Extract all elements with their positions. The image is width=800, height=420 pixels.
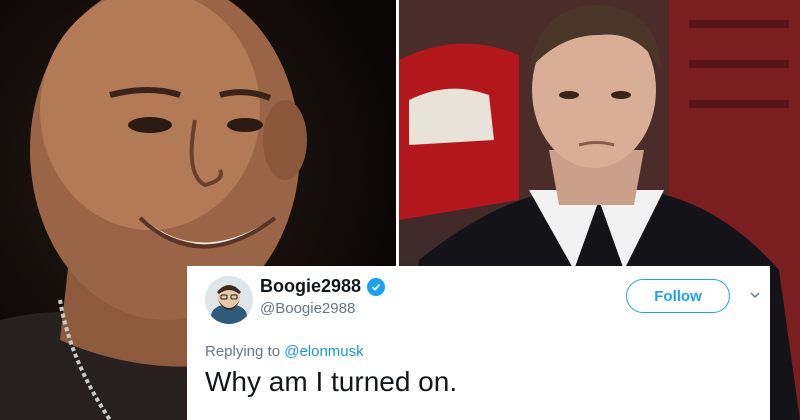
- mention-link[interactable]: @elonmusk: [284, 343, 363, 360]
- replying-prefix: Replying to: [205, 343, 281, 360]
- chevron-down-icon[interactable]: [748, 288, 762, 302]
- tweet-text: Why am I turned on.: [205, 366, 458, 397]
- verified-badge-icon: [367, 277, 386, 296]
- display-name[interactable]: Boogie2988: [260, 276, 386, 297]
- follow-button[interactable]: Follow: [626, 279, 730, 313]
- meme-image: Boogie2988 @Boogie2988 Follow Replying t…: [0, 0, 800, 420]
- avatar-illustration: [205, 276, 253, 324]
- user-handle[interactable]: @Boogie2988: [260, 300, 355, 317]
- replying-to-line: Replying to @elonmusk: [205, 343, 364, 360]
- avatar[interactable]: [205, 276, 253, 324]
- display-name-text[interactable]: Boogie2988: [260, 276, 361, 297]
- tweet-card: Boogie2988 @Boogie2988 Follow Replying t…: [187, 266, 770, 420]
